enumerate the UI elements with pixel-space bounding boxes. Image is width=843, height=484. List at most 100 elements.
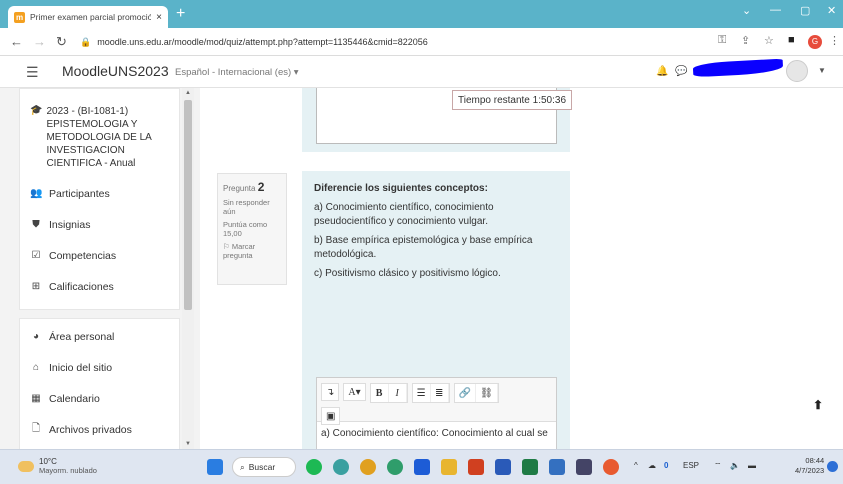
edge-icon[interactable] <box>333 459 349 475</box>
lock-icon: 🔒 <box>80 36 92 47</box>
nav-drawer: 🎓 2023 - (BI-1081-1) EPISTEMOLOGIA Y MET… <box>0 88 200 449</box>
key-icon[interactable]: ⚿ <box>718 34 726 47</box>
file-icon: 🗋 <box>31 423 41 434</box>
user-menu-caret-icon[interactable]: ▼ <box>818 66 826 75</box>
drawer-item-label: Calendario <box>49 392 100 405</box>
language-selector[interactable]: Español - Internacional (es) ▾ <box>175 67 299 78</box>
spotify-icon[interactable] <box>306 459 322 475</box>
taskbar-search[interactable]: ⌕ Buscar <box>232 457 296 477</box>
tab-close-icon[interactable]: × <box>156 12 162 23</box>
scroll-up-arrow-icon[interactable]: ▲ <box>185 90 191 96</box>
chrome-icon[interactable] <box>360 459 376 475</box>
hamburger-menu-icon[interactable]: ☰ <box>26 64 39 81</box>
italic-button[interactable]: I <box>388 384 407 402</box>
drawer-item-inicio-del-sitio[interactable]: ⌂ Inicio del sitio <box>20 352 179 383</box>
flag-question-link[interactable]: ⚐ Marcar pregunta <box>223 242 281 260</box>
drawer-item-insignias[interactable]: ⛊ Insignias <box>20 209 179 240</box>
wifi-icon[interactable]: ⌔ <box>714 461 722 471</box>
calendar-icon: ▦ <box>31 393 41 404</box>
browser-toolbar: ← → ↻ 🔒 moodle.uns.edu.ar/moodle/mod/qui… <box>0 28 843 56</box>
link-icon[interactable]: 🔗 <box>454 384 477 402</box>
avatar[interactable] <box>786 60 808 82</box>
app-icon[interactable] <box>576 459 592 475</box>
keyboard-language[interactable]: ESP <box>683 461 699 470</box>
calculator-icon[interactable] <box>549 459 565 475</box>
drawer-item--rea-personal[interactable]: ◕ Área personal <box>20 321 179 352</box>
question-item-a: a) Conocimiento científico, conocimiento… <box>314 202 494 227</box>
powerpoint-icon[interactable] <box>468 459 484 475</box>
new-tab-button[interactable]: + <box>176 6 185 22</box>
notification-center-icon[interactable] <box>827 461 838 472</box>
maximize-button[interactable]: ▢ <box>800 4 810 17</box>
quiz-content: Pregunta 2 Sin responder aún Puntúa como… <box>200 88 843 449</box>
drawer-item-competencias[interactable]: ☑ Competencias <box>20 240 179 271</box>
address-bar[interactable]: 🔒 moodle.uns.edu.ar/moodle/mod/quiz/atte… <box>80 32 710 52</box>
battery-icon[interactable]: ▬ <box>748 461 756 470</box>
scroll-down-arrow-icon[interactable]: ▼ <box>185 441 191 447</box>
insert-image-icon[interactable]: ▣ <box>321 407 341 425</box>
flag-icon: ⚐ <box>223 242 230 251</box>
bold-button[interactable]: B <box>370 384 389 402</box>
search-icon: ⌕ <box>240 461 245 472</box>
bell-icon[interactable]: 🔔 <box>656 66 668 77</box>
question-heading: Diferencie los siguientes conceptos: <box>314 183 488 194</box>
drawer-item-label: Insignias <box>49 218 91 231</box>
unlink-icon[interactable]: ⛓ <box>476 384 498 402</box>
drawer-item-label: Inicio del sitio <box>49 361 113 374</box>
close-window-button[interactable]: ✕ <box>827 4 836 17</box>
drawer-item-label: Participantes <box>49 187 110 200</box>
reload-icon[interactable]: ↻ <box>56 34 67 50</box>
question-item-c: c) Positivismo clásico y positivismo lóg… <box>314 268 501 279</box>
file-explorer-icon[interactable] <box>441 459 457 475</box>
browser-menu-icon[interactable]: ⋮ <box>829 34 840 47</box>
sidebar-panel-icon[interactable]: ■ <box>788 34 795 46</box>
drawer-item-label: Archivos privados <box>49 423 132 436</box>
answer-editor[interactable]: ↴ A▾ B I ☰ ≣ 🔗 ⛓ ▣ a) Conocimiento cient… <box>316 377 557 449</box>
drawer-item-calificaciones[interactable]: ⊞ Calificaciones <box>20 271 179 302</box>
browser-tab-active[interactable]: m Primer examen parcial promoció × <box>8 6 168 28</box>
drawer-item-archivos-privados[interactable]: 🗋 Archivos privados <box>20 414 179 445</box>
back-arrow-icon[interactable]: ← <box>10 34 23 49</box>
question-number: Pregunta 2 <box>223 180 265 194</box>
paragraph-style-button[interactable]: A▾ <box>343 383 366 401</box>
cloudy-weather-icon <box>18 460 34 472</box>
moodle-favicon-icon: m <box>14 11 25 23</box>
tray-chevron-icon[interactable]: ^ <box>634 461 638 470</box>
course-title: 2023 - (BI-1081-1) EPISTEMOLOGIA Y METOD… <box>46 106 152 169</box>
question-text: Diferencie los siguientes conceptos: a) … <box>314 182 558 286</box>
question-score: Puntúa como 15,00 <box>223 220 268 238</box>
editor-toolbar: ↴ A▾ B I ☰ ≣ 🔗 ⛓ ▣ <box>317 378 556 425</box>
toolbar-toggle-icon[interactable]: ↴ <box>321 383 340 401</box>
drawer-scroll-thumb[interactable] <box>184 100 192 310</box>
chrome-profile-icon[interactable] <box>603 459 619 475</box>
question-info: Pregunta 2 Sin responder aún Puntúa como… <box>217 173 287 285</box>
course-link[interactable]: 🎓 2023 - (BI-1081-1) EPISTEMOLOGIA Y MET… <box>20 89 179 178</box>
excel-icon[interactable] <box>522 459 538 475</box>
drawer-item-participantes[interactable]: 👥 Participantes <box>20 178 179 209</box>
back-to-top-arrow-icon[interactable]: ⬆ <box>813 398 823 412</box>
minimize-button[interactable]: — <box>770 4 781 16</box>
site-brand[interactable]: MoodleUNS2023 <box>62 63 169 79</box>
numbered-list-icon[interactable]: ≣ <box>430 384 449 402</box>
volume-icon[interactable]: 🔈 <box>730 461 740 470</box>
profile-badge-icon[interactable]: G <box>808 35 822 49</box>
tab-title: Primer examen parcial promoció <box>30 12 152 22</box>
bullet-list-icon[interactable]: ☰ <box>412 384 431 402</box>
bookmark-star-icon[interactable]: ☆ <box>764 34 774 47</box>
forward-arrow-icon[interactable]: → <box>33 34 46 49</box>
chat-bubble-icon[interactable]: 💬 <box>675 66 687 77</box>
windows-start-icon[interactable] <box>207 459 223 475</box>
word-icon[interactable] <box>495 459 511 475</box>
share-icon[interactable]: ⇪ <box>741 34 750 47</box>
store-icon[interactable] <box>414 459 430 475</box>
whatsapp-icon[interactable] <box>387 459 403 475</box>
answer-text[interactable]: a) Conocimiento científico: Conocimiento… <box>317 422 556 445</box>
weather-widget[interactable]: 10°C Mayorm. nublado <box>18 457 97 475</box>
drawer-item-calendario[interactable]: ▦ Calendario <box>20 383 179 414</box>
browser-tab-strip: m Primer examen parcial promoció × + ⌄ —… <box>0 0 843 28</box>
users-icon: 👥 <box>30 188 43 199</box>
security-badge-icon[interactable]: 0 <box>664 461 668 470</box>
tab-search-chevron-icon[interactable]: ⌄ <box>742 4 751 17</box>
system-clock[interactable]: 08:44 4/7/2023 <box>795 456 824 476</box>
onedrive-cloud-icon[interactable]: ☁ <box>648 461 656 470</box>
